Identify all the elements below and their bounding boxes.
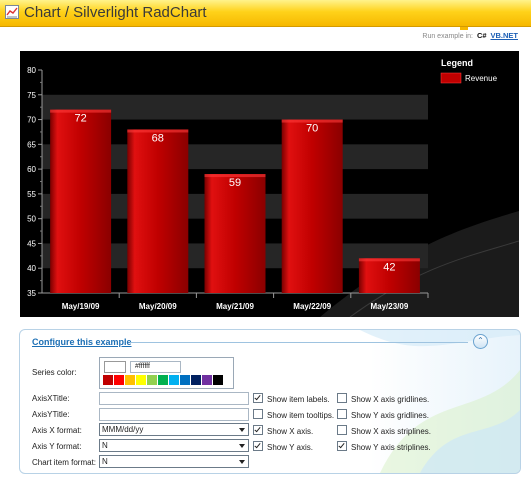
checkbox-box[interactable] bbox=[253, 409, 263, 419]
color-swatch[interactable] bbox=[169, 375, 179, 385]
show-x-axis-checkbox[interactable]: Show X axis. bbox=[253, 425, 314, 436]
bar bbox=[127, 129, 189, 293]
show-y-axis-striplines-checkbox[interactable]: Show Y axis striplines. bbox=[337, 441, 431, 452]
axis-y-format-label: Axis Y format: bbox=[32, 442, 82, 451]
chart-canvas: 35 40 45 50 55 60 65 70 75 80 72 May/19/09 68 May/20/… bbox=[27, 58, 519, 317]
bar-value-label: 70 bbox=[306, 123, 318, 135]
x-tick-label: May/22/09 bbox=[293, 302, 331, 311]
checkbox-box[interactable] bbox=[253, 393, 263, 403]
page-title: Chart / Silverlight RadChart bbox=[24, 4, 207, 21]
axis-x-format-label: Axis X format: bbox=[32, 426, 82, 435]
header-bar: Chart / Silverlight RadChart bbox=[0, 0, 531, 27]
checkbox-box[interactable] bbox=[337, 425, 347, 435]
x-tick-label: May/19/09 bbox=[62, 302, 100, 311]
checkbox-box[interactable] bbox=[337, 409, 347, 419]
y-tick-label: 55 bbox=[27, 190, 36, 199]
dropdown-arrow-icon bbox=[239, 460, 245, 464]
configure-title[interactable]: Configure this example bbox=[32, 337, 132, 347]
checkbox-label: Show Y axis. bbox=[267, 443, 313, 452]
checkbox-label: Show item tooltips. bbox=[267, 411, 335, 420]
legend-title: Legend bbox=[441, 58, 473, 68]
show-x-axis-striplines-checkbox[interactable]: Show X axis striplines. bbox=[337, 425, 432, 436]
vbnet-link[interactable]: VB.NET bbox=[490, 31, 518, 40]
bar-value-label: 68 bbox=[152, 132, 164, 144]
axis-y-format-value: N bbox=[102, 441, 108, 450]
x-tick-label: May/21/09 bbox=[216, 302, 254, 311]
color-palette bbox=[103, 375, 224, 385]
checkbox-label: Show X axis gridlines. bbox=[351, 395, 430, 404]
run-example-bar: Run example in: C# VB.NET bbox=[422, 27, 518, 40]
bar-value-label: 59 bbox=[229, 177, 241, 189]
y-tick-label: 45 bbox=[27, 239, 36, 248]
checkbox-label: Show item labels. bbox=[267, 395, 330, 404]
y-tick-label: 40 bbox=[27, 264, 36, 273]
collapse-button[interactable]: ⌃ bbox=[473, 334, 488, 349]
bar bbox=[204, 174, 266, 293]
color-swatch[interactable] bbox=[125, 375, 135, 385]
dropdown-arrow-icon bbox=[239, 444, 245, 448]
y-tick-label: 80 bbox=[27, 66, 36, 75]
y-tick-label: 50 bbox=[27, 215, 36, 224]
color-swatch[interactable] bbox=[158, 375, 168, 385]
show-y-axis-gridlines-checkbox[interactable]: Show Y axis gridlines. bbox=[337, 409, 429, 420]
checkbox-box[interactable] bbox=[253, 441, 263, 451]
checkbox-box[interactable] bbox=[253, 425, 263, 435]
y-tick-label: 60 bbox=[27, 165, 36, 174]
chart-icon bbox=[5, 5, 19, 19]
color-swatch[interactable] bbox=[103, 375, 113, 385]
legend-swatch bbox=[440, 72, 462, 84]
color-swatch[interactable] bbox=[191, 375, 201, 385]
chevron-up-icon: ⌃ bbox=[477, 336, 484, 345]
axis-x-format-value: MMM/dd/yy bbox=[102, 425, 144, 434]
show-x-axis-gridlines-checkbox[interactable]: Show X axis gridlines. bbox=[337, 393, 430, 404]
configure-panel: Configure this example ⌃ Series color: #… bbox=[19, 329, 521, 474]
y-tick-label: 70 bbox=[27, 116, 36, 125]
bar-value-label: 72 bbox=[74, 113, 86, 125]
y-tick-label: 35 bbox=[27, 289, 36, 298]
checkbox-box[interactable] bbox=[337, 393, 347, 403]
chart-item-format-value: N bbox=[102, 457, 108, 466]
checkbox-label: Show X axis. bbox=[267, 427, 314, 436]
color-swatch[interactable] bbox=[114, 375, 124, 385]
color-swatch[interactable] bbox=[147, 375, 157, 385]
checkbox-box[interactable] bbox=[337, 441, 347, 451]
axis-x-title-label: AxisXTitle: bbox=[32, 394, 70, 403]
run-example-label: Run example in: bbox=[422, 33, 473, 40]
axis-x-title-input[interactable] bbox=[99, 392, 249, 405]
language-tab-indicator bbox=[460, 27, 469, 30]
color-hex-input[interactable]: #ffffff bbox=[130, 361, 181, 373]
bar bbox=[281, 119, 343, 293]
rad-chart: 35 40 45 50 55 60 65 70 75 80 72 May/19/09 68 May/20/… bbox=[20, 51, 519, 317]
chart-item-format-select[interactable]: N bbox=[99, 455, 249, 468]
checkbox-label: Show Y axis striplines. bbox=[351, 443, 431, 452]
color-swatch[interactable] bbox=[213, 375, 223, 385]
csharp-link[interactable]: C# bbox=[477, 31, 487, 40]
color-swatch[interactable] bbox=[180, 375, 190, 385]
show-y-axis-checkbox[interactable]: Show Y axis. bbox=[253, 441, 313, 452]
legend-item-label: Revenue bbox=[465, 74, 498, 83]
axis-x-format-select[interactable]: MMM/dd/yy bbox=[99, 423, 249, 436]
series-color-label: Series color: bbox=[32, 368, 77, 377]
bar bbox=[50, 109, 112, 293]
dropdown-arrow-icon bbox=[239, 428, 245, 432]
color-swatch[interactable] bbox=[202, 375, 212, 385]
show-item-tooltips-checkbox[interactable]: Show item tooltips. bbox=[253, 409, 335, 420]
axis-y-title-label: AxisYTitle: bbox=[32, 410, 70, 419]
axis-y-format-select[interactable]: N bbox=[99, 439, 249, 452]
axis-y-title-input[interactable] bbox=[99, 408, 249, 421]
series-color-picker[interactable]: #ffffff bbox=[99, 357, 234, 389]
show-item-labels-checkbox[interactable]: Show item labels. bbox=[253, 393, 330, 404]
y-tick-label: 75 bbox=[27, 91, 36, 100]
bar-value-label: 42 bbox=[383, 261, 395, 273]
x-tick-label: May/20/09 bbox=[139, 302, 177, 311]
x-tick-label: May/23/09 bbox=[370, 302, 408, 311]
title-divider bbox=[130, 342, 468, 343]
checkbox-label: Show X axis striplines. bbox=[351, 427, 432, 436]
selected-color-preview bbox=[104, 361, 126, 373]
color-swatch[interactable] bbox=[136, 375, 146, 385]
checkbox-label: Show Y axis gridlines. bbox=[351, 411, 429, 420]
y-tick-label: 65 bbox=[27, 140, 36, 149]
chart-item-format-label: Chart item format: bbox=[32, 458, 97, 467]
